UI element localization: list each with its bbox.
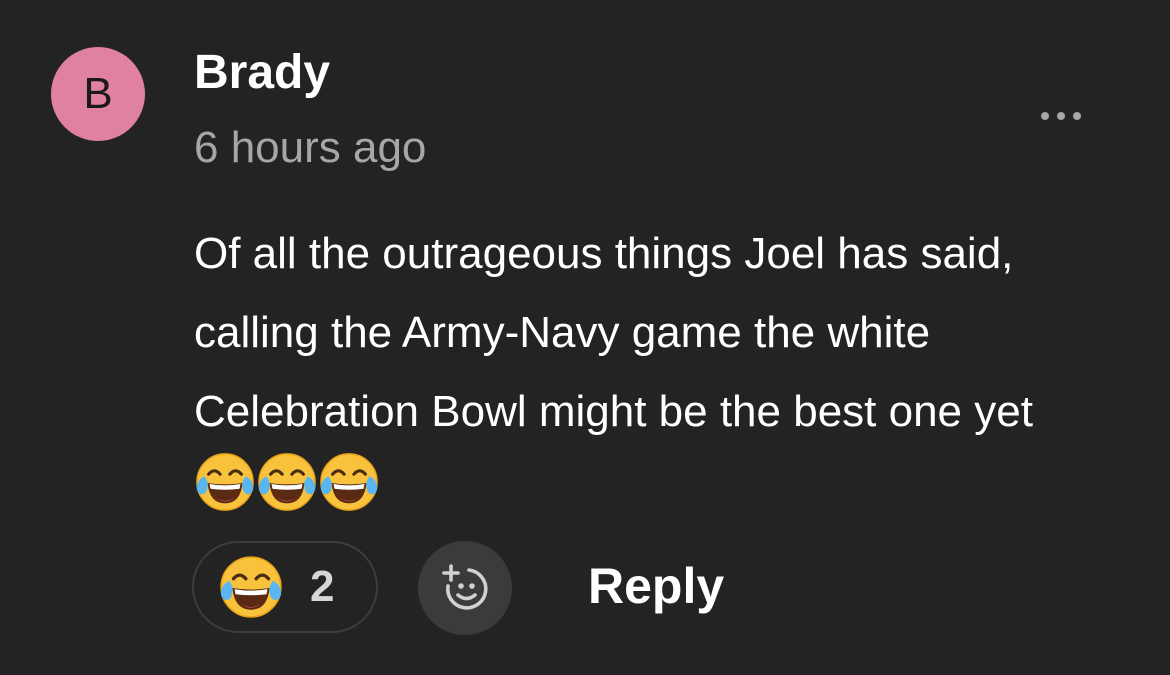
add-reaction-button[interactable]	[418, 541, 512, 635]
reaction-button[interactable]: 2	[192, 541, 378, 633]
add-reaction-icon	[442, 564, 488, 610]
reaction-count: 2	[310, 562, 335, 611]
face-with-tears-of-joy-icon	[318, 451, 380, 538]
comment-text: Of all the outrageous things Joel has sa…	[194, 229, 1033, 436]
comment-author[interactable]: Brady	[194, 44, 330, 102]
face-with-tears-of-joy-icon	[256, 451, 318, 538]
more-options-button[interactable]	[1028, 96, 1094, 136]
comment-timestamp: 6 hours ago	[194, 123, 427, 172]
avatar-initial: B	[83, 69, 113, 118]
avatar[interactable]: B	[51, 47, 145, 141]
comment-body: Of all the outrageous things Joel has sa…	[194, 214, 1094, 538]
more-horizontal-icon	[1041, 112, 1081, 120]
face-with-tears-of-joy-icon	[194, 451, 256, 538]
face-with-tears-of-joy-icon	[218, 554, 284, 620]
reply-button[interactable]: Reply	[588, 556, 724, 616]
comment-card: B Brady 6 hours ago Of all the outrageou…	[0, 0, 1170, 675]
